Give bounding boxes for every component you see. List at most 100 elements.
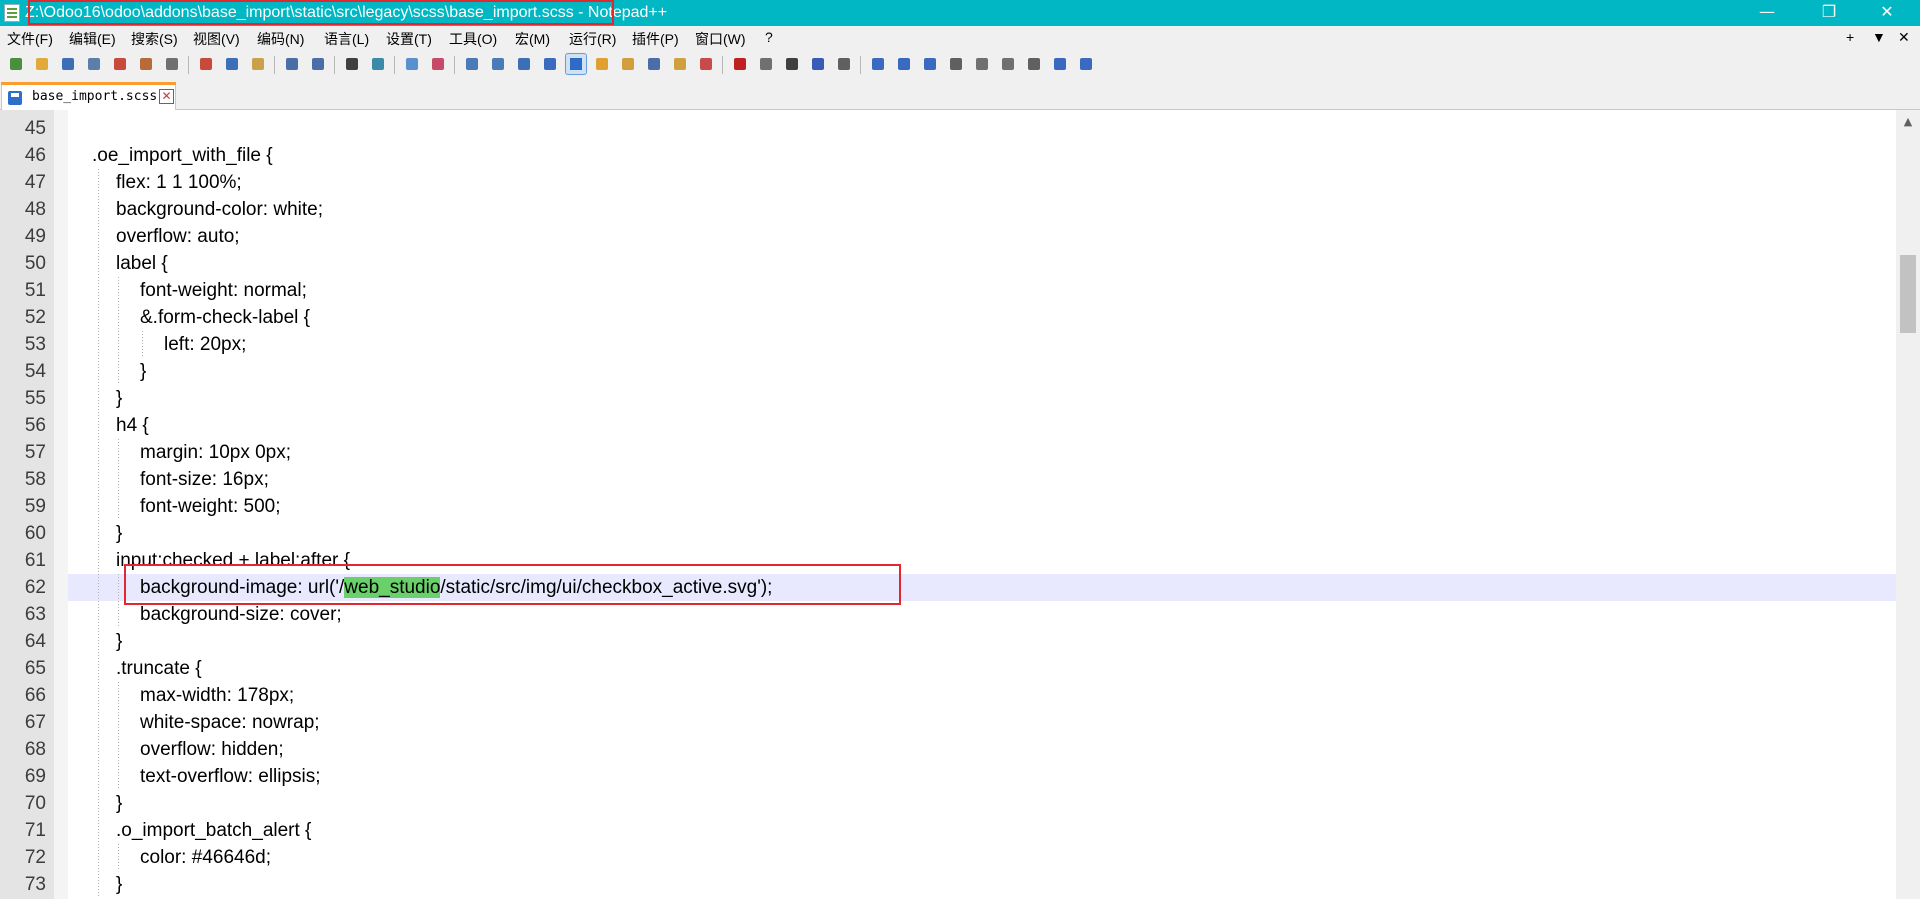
menu-window[interactable]: 窗口(W) — [695, 29, 746, 49]
play-macro-icon[interactable] — [782, 54, 802, 74]
code-line[interactable]: 45 — [0, 115, 1896, 142]
tab-list-dropdown-icon[interactable]: ▼ — [1872, 29, 1886, 45]
save-macro-icon[interactable] — [834, 54, 854, 74]
code-line[interactable]: 51 font-weight: normal; — [0, 277, 1896, 304]
new-tab-icon[interactable]: + — [1846, 29, 1854, 45]
code-line[interactable]: 46 .oe_import_with_file { — [0, 142, 1896, 169]
word-wrap-icon[interactable] — [514, 54, 534, 74]
code-line[interactable]: 64} — [0, 628, 1896, 655]
indent-guide-icon[interactable] — [565, 53, 587, 75]
line-number: 54 — [24, 361, 46, 382]
code-line[interactable]: 53 left: 20px; — [0, 331, 1896, 358]
menu-macro[interactable]: 宏(M) — [515, 29, 550, 49]
code-line[interactable]: 59 font-weight: 500; — [0, 493, 1896, 520]
code-line[interactable]: 66 max-width: 178px; — [0, 682, 1896, 709]
menu-tools[interactable]: 工具(O) — [449, 29, 497, 49]
menu-language[interactable]: 语言(L) — [324, 29, 369, 49]
zoom-out-icon[interactable] — [428, 54, 448, 74]
maximize-button[interactable]: ❐ — [1806, 0, 1852, 26]
sync-horizontal-icon[interactable] — [488, 54, 508, 74]
stop-macro-icon[interactable] — [756, 54, 776, 74]
vertical-scrollbar[interactable]: ▲ — [1896, 110, 1920, 899]
paste-icon[interactable] — [248, 54, 268, 74]
code-line[interactable]: 70} — [0, 790, 1896, 817]
copy-icon[interactable] — [222, 54, 242, 74]
menu-help[interactable]: ? — [765, 29, 773, 45]
tab-close-button[interactable]: ✕ — [159, 89, 174, 104]
sync-vertical-icon[interactable] — [462, 54, 482, 74]
code-line[interactable]: 60} — [0, 520, 1896, 547]
code-line[interactable]: 63 background-size: cover; — [0, 601, 1896, 628]
code-line[interactable]: 50 label { — [0, 250, 1896, 277]
record-macro-icon[interactable] — [730, 54, 750, 74]
plugin-1-icon[interactable] — [868, 54, 888, 74]
menu-plugins[interactable]: 插件(P) — [632, 29, 679, 49]
menu-file[interactable]: 文件(F) — [7, 29, 53, 49]
menu-search[interactable]: 搜索(S) — [131, 29, 178, 49]
menu-run[interactable]: 运行(R) — [569, 29, 616, 49]
plugin-4-icon[interactable] — [946, 54, 966, 74]
replace-icon[interactable] — [368, 54, 388, 74]
title-bar: Z:\Odoo16\odoo\addons\base_import\static… — [0, 0, 1920, 26]
run-macro-multiple-icon[interactable] — [808, 54, 828, 74]
undo-icon[interactable] — [282, 54, 302, 74]
monitoring-icon[interactable] — [696, 54, 716, 74]
redo-icon[interactable] — [308, 54, 328, 74]
code-view[interactable]: 45 46 .oe_import_with_file {47 flex: 1 1 10… — [0, 110, 1896, 899]
plugin-6-icon[interactable] — [998, 54, 1018, 74]
open-file-icon[interactable] — [32, 54, 52, 74]
close-window-button[interactable]: ✕ — [1864, 0, 1910, 26]
code-line[interactable]: 55} — [0, 385, 1896, 412]
print-icon[interactable] — [162, 54, 182, 74]
find-icon[interactable] — [342, 54, 362, 74]
scroll-up-arrow-icon[interactable]: ▲ — [1896, 114, 1920, 130]
code-line[interactable]: 69 text-overflow: ellipsis; — [0, 763, 1896, 790]
plugin-2-icon[interactable] — [894, 54, 914, 74]
doc-map-icon[interactable] — [618, 54, 638, 74]
save-icon[interactable] — [58, 54, 78, 74]
code-line[interactable]: 65 .truncate { — [0, 655, 1896, 682]
code-line[interactable]: 49 overflow: auto; — [0, 223, 1896, 250]
menu-view[interactable]: 视图(V) — [193, 29, 240, 49]
code-line[interactable]: 72 color: #46646d; — [0, 844, 1896, 871]
scrollbar-thumb[interactable] — [1900, 255, 1916, 333]
cut-icon[interactable] — [196, 54, 216, 74]
menu-edit[interactable]: 编辑(E) — [69, 29, 116, 49]
code-line[interactable]: 48 background-color: white; — [0, 196, 1896, 223]
close-document-icon[interactable]: ✕ — [1898, 29, 1910, 46]
plugin-7-icon[interactable] — [1024, 54, 1044, 74]
user-language-icon[interactable] — [592, 54, 612, 74]
plugin-8-icon[interactable] — [1050, 54, 1070, 74]
code-line[interactable]: 47 flex: 1 1 100%; — [0, 169, 1896, 196]
plugin-5-icon[interactable] — [972, 54, 992, 74]
code-line[interactable]: 56 h4 { — [0, 412, 1896, 439]
zoom-in-icon[interactable] — [402, 54, 422, 74]
code-line[interactable]: 52 &.form-check-label { — [0, 304, 1896, 331]
close-icon[interactable] — [110, 54, 130, 74]
code-line[interactable]: 54} — [0, 358, 1896, 385]
plugin-9-icon[interactable] — [1076, 54, 1096, 74]
save-all-icon[interactable] — [84, 54, 104, 74]
editor-area[interactable]: 45 46 .oe_import_with_file {47 flex: 1 1 10… — [0, 110, 1920, 899]
code-line[interactable]: 57 margin: 10px 0px; — [0, 439, 1896, 466]
code-line[interactable]: 58 font-size: 16px; — [0, 466, 1896, 493]
close-all-icon[interactable] — [136, 54, 156, 74]
new-file-icon[interactable] — [6, 54, 26, 74]
minimize-button[interactable]: — — [1744, 0, 1790, 26]
line-number: 69 — [24, 766, 46, 787]
code-line[interactable]: 68 overflow: hidden; — [0, 736, 1896, 763]
tab-base-import-scss[interactable]: base_import.scss ✕ — [1, 82, 176, 110]
tab-label: base_import.scss — [32, 89, 158, 104]
menu-settings[interactable]: 设置(T) — [386, 29, 432, 49]
show-all-chars-icon[interactable] — [540, 54, 560, 74]
line-text: font-weight: normal; — [140, 280, 307, 301]
function-list-icon[interactable] — [644, 54, 664, 74]
code-line[interactable]: 67 white-space: nowrap; — [0, 709, 1896, 736]
code-line[interactable]: 71 .o_import_batch_alert { — [0, 817, 1896, 844]
menu-encoding[interactable]: 编码(N) — [257, 29, 304, 49]
plugin-3-icon[interactable] — [920, 54, 940, 74]
line-text: max-width: 178px; — [140, 685, 295, 706]
line-62-annotation-box — [124, 564, 901, 605]
folder-workspace-icon[interactable] — [670, 54, 690, 74]
code-line[interactable]: 73} — [0, 871, 1896, 898]
